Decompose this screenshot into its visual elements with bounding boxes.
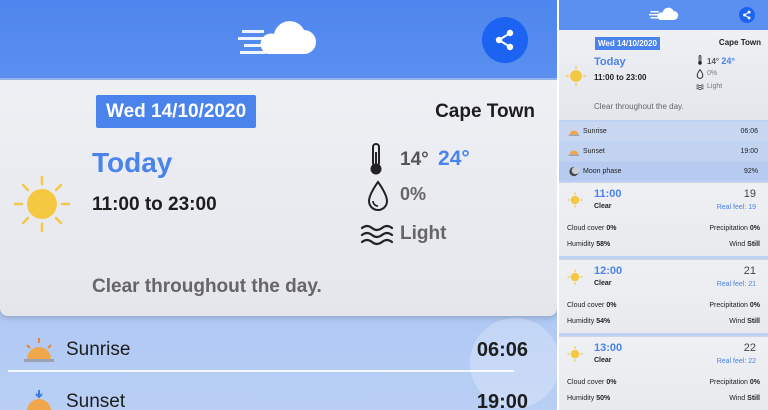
wind-icon [360, 224, 394, 246]
hour-real-feel: Real feel: 19 [716, 204, 756, 211]
sunrise-label: Sunrise [66, 339, 131, 360]
cloud-cover: Cloud cover 0% [567, 379, 617, 386]
cloud-cover: Cloud cover 0% [567, 302, 617, 309]
hour-temp: 22 [743, 342, 756, 354]
phone-today-card: Wed 14/10/2020 Cape Town Today 11:00 to … [559, 30, 768, 120]
precipitation: Precipitation 0% [709, 225, 760, 232]
hour-time: 11:00 [594, 188, 622, 200]
temp-low: 14° [707, 57, 720, 66]
sunset-value: 19:00 [476, 390, 528, 410]
hour-temp: 19 [743, 188, 756, 200]
phone-app-header [559, 0, 768, 30]
today-hours: 11:00 to 23:00 [594, 73, 647, 82]
app-header [0, 0, 557, 78]
hour-real-feel: Real feel: 21 [716, 281, 756, 288]
wind: Wind Still [729, 395, 760, 402]
cloud-logo-icon [238, 21, 316, 54]
day-description: Clear throughout the day. [92, 276, 322, 297]
hour-time: 12:00 [594, 265, 623, 277]
phone-view: Wed 14/10/2020 Cape Town Today 11:00 to … [559, 0, 768, 410]
humidity: Humidity 50% [567, 395, 611, 402]
sun-icon [13, 175, 71, 233]
moon-phase-icon [569, 166, 580, 177]
sun-icon [567, 192, 583, 208]
cloud-logo-icon [649, 7, 679, 20]
sunrise-value: 06:06 [476, 338, 528, 361]
phone-share-button[interactable] [739, 7, 755, 23]
sunrise-icon [24, 338, 54, 362]
today-label: Today [594, 56, 626, 68]
sunset-label: Sunset [583, 148, 605, 155]
wind-value: Light [707, 83, 723, 90]
temp-high: 24° [721, 56, 735, 66]
sun-icon [567, 346, 583, 362]
date-badge: Wed 14/10/2020 [96, 95, 257, 128]
sun-icon [566, 66, 586, 86]
thermometer-icon [370, 143, 382, 175]
wind-icon [696, 84, 704, 90]
sunset-label: Sunset [66, 391, 126, 410]
hour-condition: Clear [594, 203, 612, 210]
hour-condition: Clear [594, 280, 612, 287]
sun-icon [567, 269, 583, 285]
hour-temp: 21 [743, 265, 756, 277]
sunrise-row: Sunrise 06:06 [8, 330, 528, 370]
precipitation: Precipitation 0% [709, 302, 760, 309]
moon-phase-value: 92% [743, 168, 758, 175]
today-card: Wed 14/10/2020 Cape Town Today 11:00 to … [0, 80, 557, 316]
sunset-icon [27, 390, 51, 410]
city-name: Cape Town [435, 101, 535, 122]
city-name: Cape Town [718, 38, 761, 47]
sunset-value: 19:00 [740, 148, 758, 155]
day-description: Clear throughout the day. [594, 102, 684, 111]
hour-time: 13:00 [594, 342, 623, 354]
share-icon [743, 10, 751, 20]
water-drop-icon [696, 69, 704, 79]
precipitation-value: 0% [400, 184, 427, 204]
wind: Wind Still [729, 241, 760, 248]
temp-high: 24° [438, 147, 470, 170]
hour-real-feel: Real feel: 22 [716, 358, 756, 365]
sunrise-label: Sunrise [583, 128, 607, 135]
temperature-range: 14° 24° [707, 56, 735, 66]
wind: Wind Still [729, 318, 760, 325]
water-drop-icon [367, 180, 389, 211]
moon-phase-row: Moon phase 92% [559, 162, 768, 181]
cloud-cover: Cloud cover 0% [567, 225, 617, 232]
today-hours: 11:00 to 23:00 [92, 194, 217, 215]
sunset-row: Sunset 19:00 [559, 142, 768, 161]
thermometer-icon [698, 55, 702, 65]
today-label: Today [92, 147, 173, 178]
sunset-icon [568, 150, 580, 156]
zoomed-view: Wed 14/10/2020 Cape Town Today 11:00 to … [0, 0, 557, 410]
temperature-range: 14° 24° [400, 147, 470, 171]
wind-value: Light [400, 223, 447, 244]
humidity: Humidity 54% [567, 318, 611, 325]
precipitation: Precipitation 0% [709, 379, 760, 386]
hourly-card[interactable]: 12:00 Clear 21 Real feel: 21 Cloud cover… [559, 259, 768, 333]
precipitation-value: 0% [707, 70, 718, 77]
humidity: Humidity 58% [567, 241, 611, 248]
sunrise-row: Sunrise 06:06 [559, 122, 768, 141]
hour-condition: Clear [594, 357, 612, 364]
share-button[interactable] [482, 17, 528, 63]
share-icon [495, 29, 514, 51]
temp-low: 14° [400, 149, 429, 170]
hourly-card[interactable]: 11:00 Clear 19 Real feel: 19 Cloud cover… [559, 182, 768, 256]
date-badge: Wed 14/10/2020 [595, 37, 661, 50]
row-divider [8, 370, 514, 372]
sunset-row: Sunset 19:00 [8, 382, 528, 410]
sunrise-icon [568, 130, 580, 136]
sunrise-value: 06:06 [740, 128, 758, 135]
moon-phase-label: Moon phase [583, 168, 622, 175]
hourly-card[interactable]: 13:00 Clear 22 Real feel: 22 Cloud cover… [559, 336, 768, 410]
